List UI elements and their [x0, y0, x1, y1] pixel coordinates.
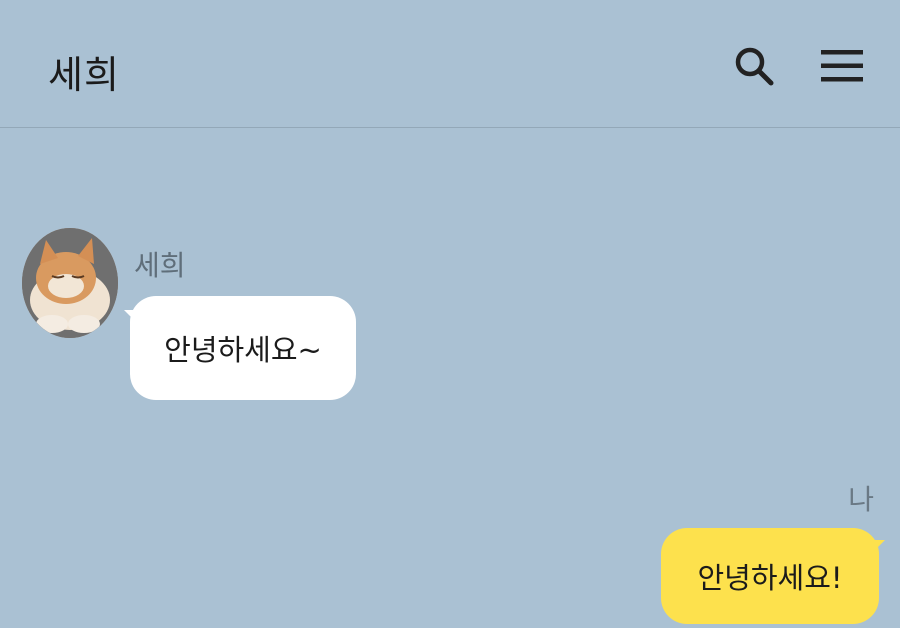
chat-header: 세희: [0, 0, 900, 128]
search-button[interactable]: [726, 38, 782, 94]
incoming-sender-name: 세희: [134, 249, 186, 282]
outgoing-message-text: 안녕하세요!: [697, 561, 843, 595]
cat-avatar-icon: [22, 228, 118, 338]
avatar[interactable]: [22, 228, 118, 338]
outgoing-sender-name: 나: [848, 483, 874, 516]
search-icon: [735, 47, 774, 86]
outgoing-message-bubble[interactable]: 안녕하세요!: [661, 528, 885, 624]
chat-title: 세희: [48, 53, 120, 97]
incoming-message-text: 안녕하세요~: [164, 333, 322, 367]
menu-button[interactable]: [814, 38, 870, 94]
menu-icon: [821, 50, 863, 82]
incoming-message-bubble[interactable]: 안녕하세요~: [124, 296, 356, 400]
